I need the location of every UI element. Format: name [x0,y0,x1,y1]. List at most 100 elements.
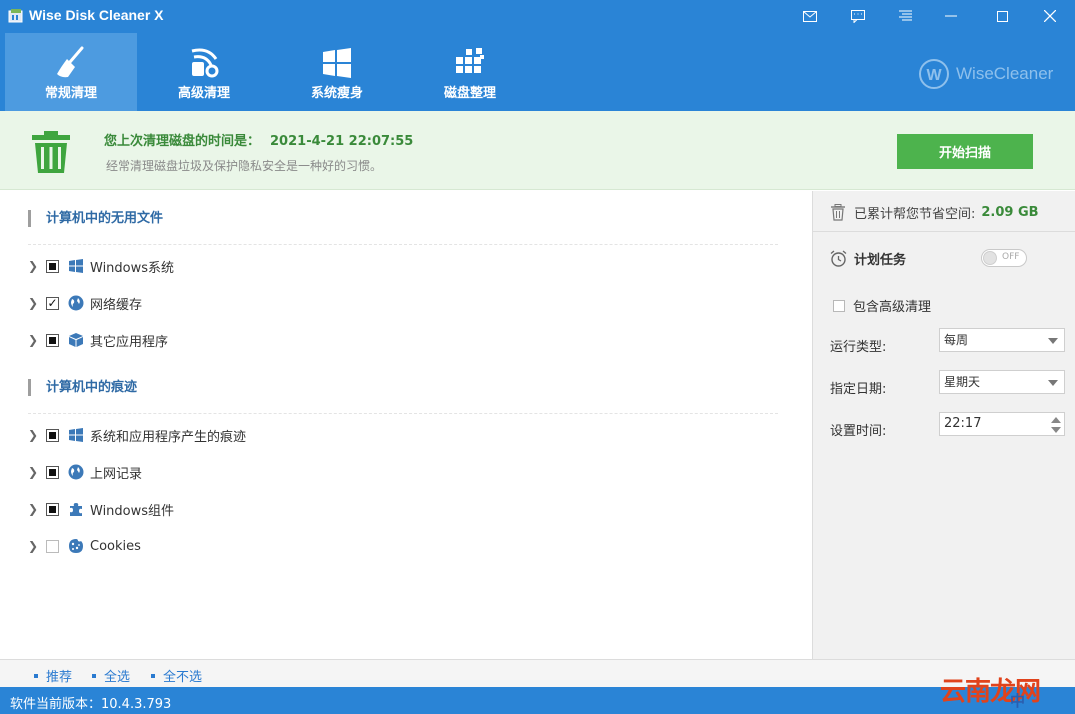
bullet [34,673,38,678]
globe-icon [67,463,85,481]
item-label: Windows系统 [90,260,175,276]
minimize-icon[interactable] [938,4,964,28]
select-all-link[interactable]: 全选 [92,666,130,685]
spin-down-icon[interactable] [1051,427,1061,433]
toggle-knob [983,251,997,265]
list-item-windows-components[interactable]: ❯ Windows组件 [28,499,174,519]
feedback-icon[interactable] [845,4,871,28]
tab-advanced-clean[interactable]: 高级清理 [138,33,270,111]
wisecleaner-logo: W WiseCleaner [918,58,1053,90]
schedule-toggle[interactable]: OFF [981,249,1027,267]
item-checkbox[interactable] [46,428,59,442]
item-checkbox[interactable] [46,259,59,273]
expand-arrow-icon[interactable]: ❯ [28,259,40,273]
section-title-junk-files: 计算机中的无用文件 [28,210,163,227]
include-advanced-checkbox[interactable] [833,299,845,312]
bullet [151,673,155,678]
expand-arrow-icon[interactable]: ❯ [28,502,40,516]
list-item-cookies[interactable]: ❯ Cookies [28,536,141,556]
list-item-other-apps[interactable]: ❯ 其它应用程序 [28,330,168,350]
advanced-clean-icon [191,48,219,78]
list-item-windows-system[interactable]: ❯ Windows系统 [28,256,174,276]
saved-space: 已累计帮您节省空间: 2.09 GB [830,203,1039,222]
globe-icon [67,294,85,312]
item-checkbox[interactable] [46,333,59,347]
expand-arrow-icon[interactable]: ❯ [28,333,40,347]
last-clean-label: 您上次清理磁盘的时间是： [104,134,261,149]
trash-small-icon [831,204,845,221]
link-label: 推荐 [46,670,73,685]
tab-system-slim[interactable]: 系统瘦身 [271,33,403,111]
window-title: Wise Disk Cleaner X [29,7,164,23]
clean-hint: 经常清理磁盘垃圾及保护隐私安全是一种好的习惯。 [106,159,383,173]
saved-label: 已累计帮您节省空间: [854,207,976,222]
spin-up-icon[interactable] [1051,417,1061,423]
logo-mark: W [919,59,949,89]
toggle-text: OFF [1002,252,1020,262]
expand-arrow-icon[interactable]: ❯ [28,465,40,479]
list-item-system-app-traces[interactable]: ❯ 系统和应用程序产生的痕迹 [28,425,246,445]
item-label: 网络缓存 [90,297,143,313]
list-item-network-cache[interactable]: ❯ 网络缓存 [28,293,142,313]
package-icon [67,331,85,349]
clean-items-panel: 计算机中的无用文件 ❯ Windows系统 ❯ 网络缓存 ❯ 其它应用程序 计算… [0,191,812,659]
link-label: 全不选 [163,670,203,685]
broom-icon [57,46,84,78]
puzzle-icon [67,500,85,518]
tab-defrag[interactable]: 磁盘整理 [404,33,536,111]
item-label: 其它应用程序 [90,334,169,350]
version-text: 软件当前版本：10.4.3.793 [10,697,172,712]
select-none-link[interactable]: 全不选 [151,666,202,685]
item-label: Windows组件 [90,503,175,519]
run-type-value: 每周 [944,333,969,347]
time-spinner[interactable]: 22:17 [939,412,1065,436]
time-value: 22:17 [944,416,982,431]
windows-icon [67,257,85,275]
include-advanced-option[interactable]: 包含高级清理 [833,296,931,315]
section-divider [28,413,778,414]
start-scan-button[interactable]: 开始扫描 [897,134,1033,169]
mail-icon[interactable] [797,4,823,28]
run-type-select[interactable]: 每周 [939,328,1065,352]
item-checkbox[interactable] [46,465,59,479]
section-divider [28,244,778,245]
expand-arrow-icon[interactable]: ❯ [28,296,40,310]
panel-divider [813,231,1075,232]
saved-value: 2.09 GB [981,205,1039,220]
tab-label: 常规清理 [44,86,97,101]
section-title-traces: 计算机中的痕迹 [28,379,137,396]
recommend-link[interactable]: 推荐 [34,666,72,685]
expand-arrow-icon[interactable]: ❯ [28,428,40,442]
title-bar: Wise Disk Cleaner X [0,0,1075,32]
date-value: 星期天 [944,375,981,389]
run-type-label: 运行类型: [830,340,887,355]
bullet [92,673,96,678]
item-label: 系统和应用程序产生的痕迹 [90,429,247,445]
date-select[interactable]: 星期天 [939,370,1065,394]
item-checkbox[interactable] [46,502,59,516]
ime-indicator: 中 [1010,692,1026,710]
app-header: Wise Disk Cleaner X 常规清理 高级清理 系统瘦身 磁盘整理 … [0,0,1075,111]
alarm-clock-icon [830,250,847,267]
close-icon[interactable] [1037,4,1063,28]
menu-icon[interactable] [892,4,918,28]
schedule-panel: 已累计帮您节省空间: 2.09 GB 计划任务 OFF 包含高级清理 运行类型:… [812,191,1075,659]
expand-arrow-icon[interactable]: ❯ [28,539,40,553]
tab-regular-clean[interactable]: 常规清理 [5,33,137,111]
app-icon [8,9,23,23]
windows-icon [67,426,85,444]
item-checkbox[interactable] [46,296,59,310]
item-checkbox[interactable] [46,539,59,553]
include-advanced-label: 包含高级清理 [853,300,932,315]
maximize-icon[interactable] [989,4,1015,28]
list-item-browsing-history[interactable]: ❯ 上网记录 [28,462,142,482]
item-label: 上网记录 [90,466,143,482]
bottom-actions: 推荐 全选 全不选 [0,659,1075,687]
schedule-label: 计划任务 [854,253,907,268]
last-clean-info: 您上次清理磁盘的时间是： 2021-4-21 22:07:55 [104,130,413,149]
status-bar: 软件当前版本：10.4.3.793 [0,687,1075,714]
chevron-down-icon [1048,338,1058,344]
tab-label: 磁盘整理 [443,86,496,101]
link-label: 全选 [104,670,131,685]
defrag-icon [456,48,484,73]
